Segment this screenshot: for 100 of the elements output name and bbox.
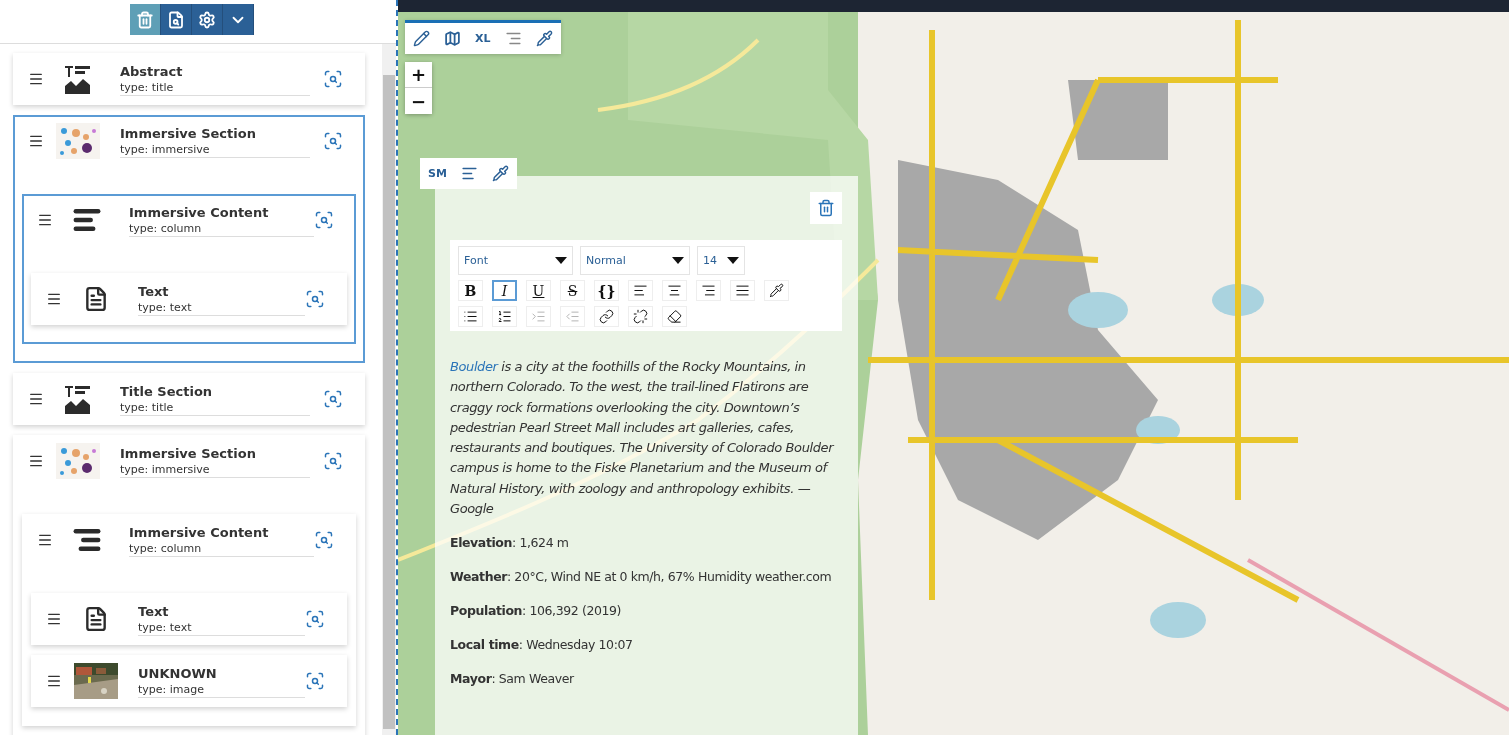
drag-handle-icon[interactable] (37, 532, 53, 548)
section-type: type: immersive (120, 461, 310, 478)
align-left-button[interactable] (628, 280, 653, 301)
drag-handle-icon[interactable] (28, 391, 44, 407)
italic-button[interactable]: I (492, 280, 517, 301)
section-title: Immersive Section (120, 124, 257, 142)
zoom-out-button[interactable]: − (405, 88, 432, 114)
code-button[interactable]: {} (594, 280, 619, 301)
description-paragraph: Boulder is a city at the foothills of the Rocky Mountains, in northern Colorado. To the west, the trail-lined Flatirons are craggy rock formations overlooking the city. Downtown’s pedestrian Pearl Street Mall includes art galleries, cafes, restaurants and boutiques. The University of Colorado Boulder campus is home to the Fiske Planetarium and the Museum of Natural History, with zoology and anthropology exhibits. — Google (450, 358, 835, 519)
zoom-to-icon[interactable] (323, 389, 343, 409)
settings-button[interactable] (192, 4, 223, 35)
section-card[interactable]: Text type: text (31, 593, 347, 645)
zoom-to-icon[interactable] (305, 609, 325, 629)
numbered-list-button[interactable] (492, 306, 517, 327)
bullet-list-button[interactable] (458, 306, 483, 327)
drag-handle-icon[interactable] (28, 453, 44, 469)
section-card[interactable]: Immersive Content type: column Text type: text (22, 194, 356, 344)
size-toggle[interactable]: SM (428, 167, 447, 180)
section-type: type: image (138, 681, 305, 698)
file-search-icon (167, 10, 185, 29)
fact-line: Population: 106,392 (2019) (450, 602, 623, 621)
section-title: Abstract (120, 62, 184, 80)
zoom-to-icon[interactable] (305, 289, 325, 309)
section-type: type: title (120, 79, 310, 96)
section-card[interactable]: Abstract type: title (13, 53, 365, 105)
justify-icon (735, 283, 750, 298)
delete-button[interactable] (810, 192, 842, 224)
trash-icon (817, 199, 835, 217)
section-title: Text (138, 602, 170, 620)
section-title: Immersive Content (129, 203, 270, 221)
preview-button[interactable] (161, 4, 192, 35)
section-type: type: title (120, 399, 310, 416)
section-card[interactable]: UNKNOWN type: image (31, 655, 347, 707)
fact-line: Weather: 20°C, Wind NE at 0 km/h, 67% Humidity weather.com (450, 568, 833, 587)
trash-icon (136, 10, 154, 29)
caret-icon (555, 257, 567, 264)
section-card[interactable]: Immersive Section type: immersive Immersive Content type: column Text type: text UNKNOWN type: image (13, 435, 365, 735)
document-icon (83, 286, 109, 312)
scrollbar[interactable] (382, 44, 396, 735)
section-title: UNKNOWN (138, 664, 218, 682)
zoom-to-icon[interactable] (323, 131, 343, 151)
zoom-to-icon[interactable] (314, 530, 334, 550)
zoom-to-icon[interactable] (323, 451, 343, 471)
underline-button[interactable]: U (526, 280, 551, 301)
eraser-icon (667, 309, 682, 324)
unlink-icon (633, 309, 648, 324)
drag-handle-icon[interactable] (46, 673, 62, 689)
justify-button[interactable] (730, 280, 755, 301)
outdent-icon (565, 309, 580, 324)
format-dropdown[interactable]: Normal (580, 246, 690, 275)
fact-line: Elevation: 1,624 m (450, 534, 570, 553)
section-title: Immersive Section (120, 444, 257, 462)
section-type: type: immersive (120, 141, 310, 158)
document-icon (83, 606, 109, 632)
drag-handle-icon[interactable] (46, 291, 62, 307)
zoom-in-button[interactable]: + (405, 62, 432, 88)
strike-button[interactable]: S (560, 280, 585, 301)
section-card[interactable]: Title Section type: title (13, 373, 365, 425)
drag-handle-icon[interactable] (28, 133, 44, 149)
zoom-to-icon[interactable] (323, 69, 343, 89)
section-card[interactable]: Immersive Section type: immersive Immersive Content type: column Text type: text (13, 115, 365, 363)
align-right-icon (701, 283, 716, 298)
align-center-icon (667, 283, 682, 298)
bullet-list-icon (463, 309, 478, 324)
settings-icon (198, 10, 216, 29)
color-button[interactable] (764, 280, 789, 301)
align-center-button[interactable] (662, 280, 687, 301)
pencil-icon[interactable] (413, 30, 430, 47)
link-button[interactable] (594, 306, 619, 327)
format-dropdown[interactable]: Font (458, 246, 573, 275)
drag-handle-icon[interactable] (37, 212, 53, 228)
unlink-button[interactable] (628, 306, 653, 327)
eyedropper-icon[interactable] (535, 30, 553, 47)
drag-handle-icon[interactable] (28, 71, 44, 87)
drag-handle-icon[interactable] (46, 611, 62, 627)
caret-icon (672, 257, 684, 264)
caret-icon (727, 257, 739, 264)
align-left-icon (633, 283, 648, 298)
align-right-icon[interactable] (504, 30, 522, 47)
map-icon[interactable] (444, 30, 461, 47)
align-left-icon[interactable] (460, 165, 478, 182)
section-card[interactable]: Text type: text (31, 273, 347, 325)
eraser-button[interactable] (662, 306, 687, 327)
align-right-button[interactable] (696, 280, 721, 301)
size-toggle[interactable]: XL (475, 32, 491, 45)
fact-line: Mayor: Sam Weaver (450, 670, 575, 689)
eyedropper-icon (769, 283, 784, 298)
boulder-link[interactable]: Boulder (450, 359, 498, 374)
section-type: type: text (138, 619, 305, 636)
numbered-list-icon (497, 309, 512, 324)
collapse-button[interactable] (223, 4, 254, 35)
format-dropdown[interactable]: 14 (697, 246, 745, 275)
section-type: type: text (138, 299, 305, 316)
section-title: Immersive Content (129, 523, 270, 541)
bold-button[interactable]: B (458, 280, 483, 301)
zoom-to-icon[interactable] (314, 210, 334, 230)
section-card[interactable]: Immersive Content type: column Text type: text UNKNOWN type: image (22, 514, 356, 726)
title-image-icon (64, 384, 92, 414)
zoom-to-icon[interactable] (305, 671, 325, 691)
eyedropper-icon[interactable] (491, 165, 509, 182)
